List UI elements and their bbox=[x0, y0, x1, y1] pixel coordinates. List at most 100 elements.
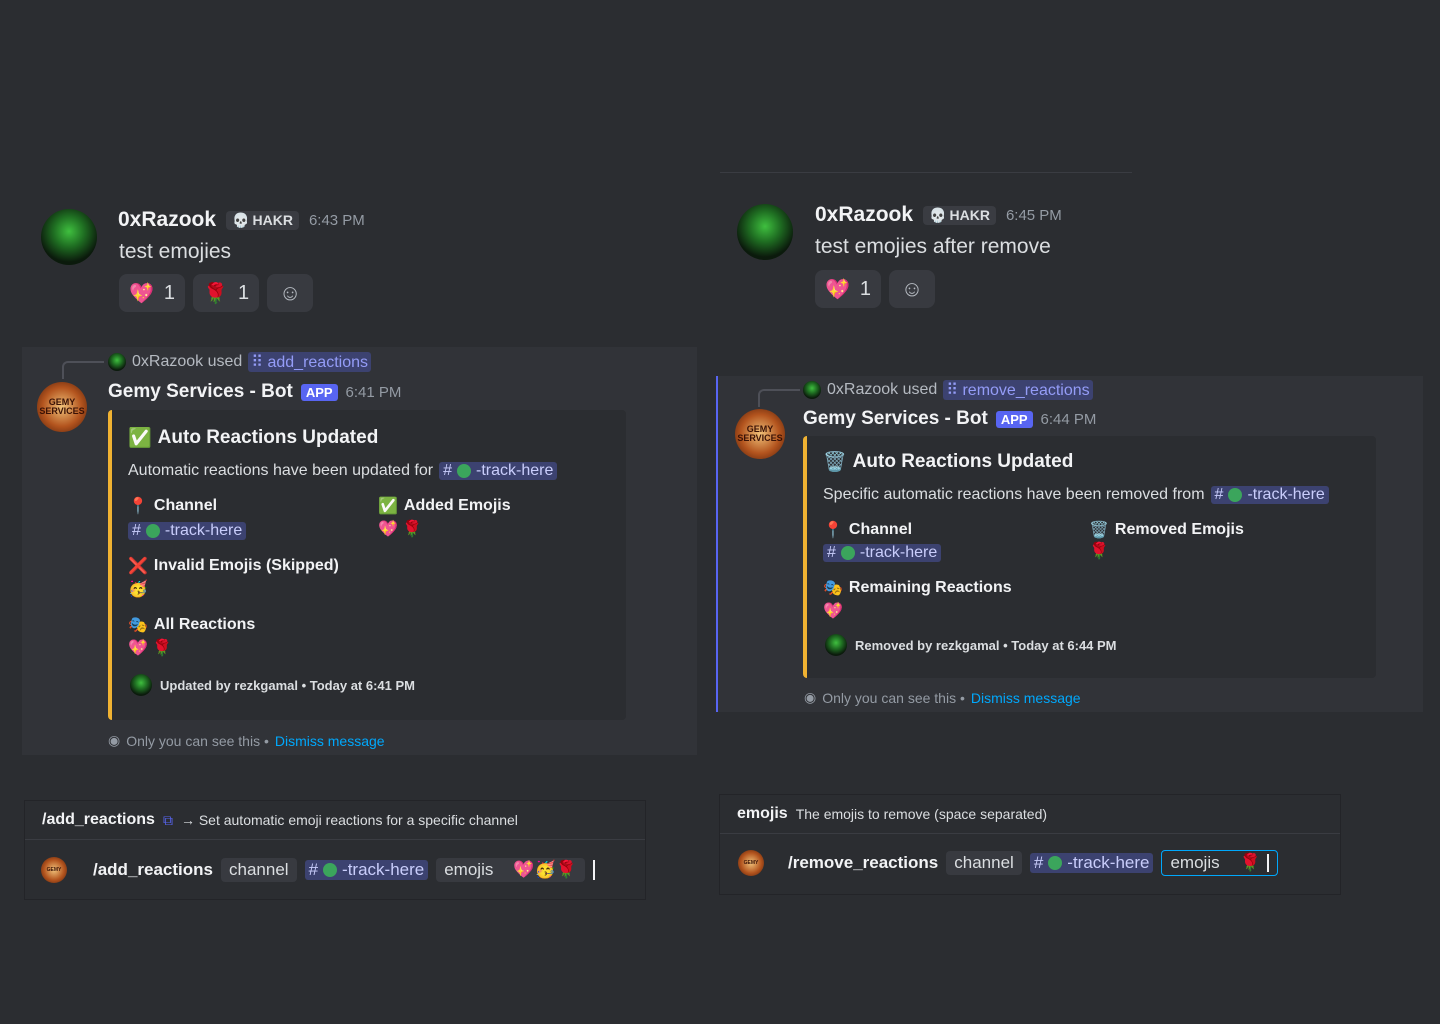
embed-field-added: ✅ Added Emojis 💖 🌹 bbox=[378, 497, 511, 538]
channel-mention[interactable]: # -track-here bbox=[128, 522, 247, 540]
add-reaction-button[interactable]: ☺ bbox=[267, 274, 314, 312]
channel-option[interactable]: channel bbox=[946, 851, 1022, 875]
cross-mark-icon: ❌ bbox=[128, 558, 148, 575]
green-circle-icon bbox=[840, 546, 855, 560]
user-mini-avatar[interactable] bbox=[108, 353, 126, 371]
embed-description: Automatic reactions have been updated fo… bbox=[128, 462, 558, 480]
emojis-option[interactable]: emojis 🌹 bbox=[1161, 850, 1278, 876]
command-mention[interactable]: ⠿ remove_reactions bbox=[943, 380, 1093, 400]
green-circle-icon bbox=[145, 524, 160, 538]
command-hint[interactable]: /add_reactions ⧉ → Set automatic emoji r… bbox=[42, 811, 518, 829]
reaction-heart[interactable]: 💖 1 bbox=[815, 270, 882, 308]
user-avatar[interactable] bbox=[41, 209, 97, 265]
embed-footer: Removed by rezkgamal • Today at 6:44 PM bbox=[825, 634, 1117, 656]
slash-command-icon: ⠿ bbox=[946, 382, 963, 399]
emojis-option-value: 🌹 bbox=[1239, 853, 1261, 872]
green-circle-icon bbox=[1228, 488, 1243, 502]
embed-field-channel: 📍 Channel # -track-here bbox=[823, 520, 942, 562]
command-input[interactable]: GEMY /remove_reactions channel # -track-h… bbox=[738, 850, 1278, 876]
bot-name[interactable]: Gemy Services - Bot bbox=[803, 408, 988, 430]
footer-avatar bbox=[130, 674, 152, 696]
user-avatar[interactable] bbox=[737, 204, 793, 260]
dismiss-message-link[interactable]: Dismiss message bbox=[971, 690, 1081, 706]
ephemeral-notice: ◉ Only you can see this • Dismiss messag… bbox=[108, 732, 385, 749]
timestamp: 6:41 PM bbox=[345, 383, 402, 401]
divider bbox=[720, 172, 1132, 173]
option-hint[interactable]: emojis The emojis to remove (space separ… bbox=[737, 805, 1047, 823]
channel-mention[interactable]: # -track-here bbox=[1210, 486, 1329, 504]
used-by-text: 0xRazook used bbox=[132, 353, 243, 370]
command-text: /remove_reactions bbox=[788, 853, 939, 872]
channel-option-value[interactable]: # -track-here bbox=[1029, 853, 1154, 873]
emoji-list: 💖 🌹 bbox=[128, 640, 173, 657]
ephemeral-notice: ◉ Only you can see this • Dismiss messag… bbox=[804, 689, 1081, 706]
divider bbox=[25, 839, 645, 840]
text-cursor bbox=[1266, 854, 1269, 872]
masks-icon: 🎭 bbox=[823, 580, 843, 597]
embed-field-all: 🎭 All Reactions 💖 🌹 bbox=[128, 616, 256, 657]
add-reaction-button[interactable]: ☺ bbox=[889, 270, 936, 308]
reaction-rose[interactable]: 🌹 1 bbox=[193, 274, 260, 312]
bot-avatar[interactable]: GEMY SERVICES bbox=[37, 382, 87, 432]
green-circle-icon bbox=[1048, 856, 1063, 870]
bot-header: Gemy Services - Bot APP 6:44 PM bbox=[803, 408, 1096, 430]
command-autocomplete: emojis The emojis to remove (space separ… bbox=[719, 794, 1341, 895]
command-mention[interactable]: ⠿ add_reactions bbox=[248, 352, 371, 372]
embed-field-remaining: 🎭 Remaining Reactions 💖 bbox=[823, 579, 1012, 620]
option-description: The emojis to remove (space separated) bbox=[795, 806, 1048, 822]
reply-connector bbox=[758, 389, 800, 407]
channel-mention[interactable]: # -track-here bbox=[439, 462, 558, 480]
used-by-text: 0xRazook used bbox=[827, 381, 938, 398]
command-autocomplete: /add_reactions ⧉ → Set automatic emoji r… bbox=[24, 800, 646, 900]
embed-title: 🗑️ Auto Reactions Updated bbox=[823, 451, 1074, 473]
hash-icon: # bbox=[308, 860, 319, 879]
username[interactable]: 0xRazook bbox=[118, 208, 216, 232]
command-input[interactable]: GEMY /add_reactions channel # -track-here… bbox=[41, 857, 595, 883]
wastebasket-icon: 🗑️ bbox=[1089, 522, 1109, 539]
emoji-list: 💖 🌹 bbox=[378, 521, 423, 538]
bot-header: Gemy Services - Bot APP 6:41 PM bbox=[108, 381, 401, 403]
green-circle-icon bbox=[323, 863, 338, 877]
command-used-line: 0xRazook used ⠿ add_reactions bbox=[108, 352, 371, 372]
embed-field-invalid: ❌ Invalid Emojis (Skipped) 🥳 bbox=[128, 557, 339, 598]
channel-mention[interactable]: # -track-here bbox=[823, 544, 942, 562]
command-used-line: 0xRazook used ⠿ remove_reactions bbox=[803, 380, 1093, 400]
message-header: 0xRazook 💀 HAKR 6:45 PM bbox=[815, 203, 1062, 227]
reactions-bar: 💖 1 ☺ bbox=[815, 270, 936, 308]
skull-icon: 💀 bbox=[929, 206, 947, 223]
reaction-heart[interactable]: 💖 1 bbox=[119, 274, 186, 312]
username[interactable]: 0xRazook bbox=[815, 203, 913, 227]
user-tag[interactable]: 💀 HAKR bbox=[923, 205, 996, 225]
smiley-icon: ☺ bbox=[278, 280, 302, 305]
option-name: emojis bbox=[737, 805, 788, 822]
wastebasket-icon: 🗑️ bbox=[823, 452, 847, 473]
emoji-list: 🌹 bbox=[1089, 543, 1109, 560]
text-cursor bbox=[592, 860, 595, 880]
bot-avatar[interactable]: GEMY SERVICES bbox=[735, 409, 785, 459]
command-description: → Set automatic emoji reactions for a sp… bbox=[180, 812, 518, 828]
hash-icon: # bbox=[1214, 486, 1224, 503]
app-badge: APP bbox=[995, 410, 1033, 428]
embed-footer: Updated by rezkgamal • Today at 6:41 PM bbox=[130, 674, 415, 696]
hash-icon: # bbox=[132, 522, 141, 539]
emoji-list: 🥳 bbox=[128, 581, 148, 598]
divider bbox=[720, 833, 1340, 834]
reactions-bar: 💖 1 🌹 1 ☺ bbox=[119, 274, 314, 312]
pin-icon: 📍 bbox=[128, 498, 148, 515]
bot-name[interactable]: Gemy Services - Bot bbox=[108, 381, 293, 403]
bot-command-icon: ⧉ bbox=[162, 811, 173, 828]
embed-description: Specific automatic reactions have been r… bbox=[823, 486, 1329, 504]
timestamp: 6:43 PM bbox=[308, 211, 365, 229]
user-mini-avatar[interactable] bbox=[803, 381, 821, 399]
rose-icon: 🌹 bbox=[203, 282, 228, 305]
reaction-count: 1 bbox=[163, 281, 176, 304]
user-tag[interactable]: 💀 HAKR bbox=[226, 210, 299, 230]
pin-icon: 📍 bbox=[823, 522, 843, 539]
channel-option[interactable]: channel bbox=[221, 858, 297, 882]
dismiss-message-link[interactable]: Dismiss message bbox=[275, 733, 385, 749]
emojis-option[interactable]: emojis 💖🥳🌹 bbox=[436, 858, 585, 882]
hash-icon: # bbox=[827, 544, 836, 561]
command-text: /add_reactions bbox=[93, 860, 213, 879]
hash-icon: # bbox=[1033, 853, 1044, 872]
channel-option-value[interactable]: # -track-here bbox=[304, 860, 429, 880]
